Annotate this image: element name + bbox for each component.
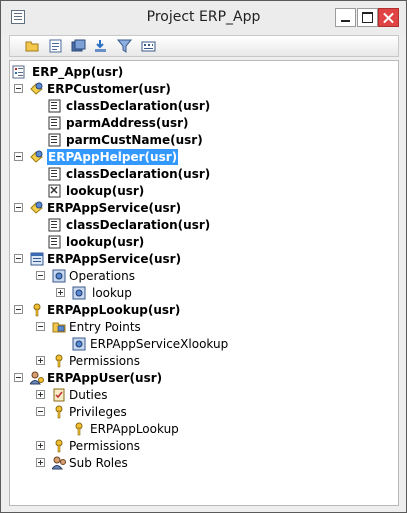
tree-node-label: Privileges <box>69 405 127 419</box>
sub-roles-icon <box>52 456 66 470</box>
maximize-button[interactable] <box>357 8 378 27</box>
method-icon <box>48 218 61 232</box>
class-icon <box>30 82 43 95</box>
collapse-toggle[interactable] <box>14 373 23 382</box>
method-icon <box>48 99 61 113</box>
project-window: Project ERP_App ERP_App(usr) ERPCustomer… <box>0 0 407 513</box>
method-icon <box>48 133 61 147</box>
close-button[interactable] <box>378 8 399 27</box>
collapse-toggle[interactable] <box>14 203 23 212</box>
tree-node-label: ERPAppLookup(usr) <box>47 303 181 317</box>
tree-node-label: lookup(usr) <box>66 235 145 249</box>
static-method-icon <box>48 184 61 198</box>
expand-toggle[interactable] <box>36 390 45 399</box>
tree-node-label: Entry Points <box>69 320 141 334</box>
class-icon <box>30 150 43 163</box>
key-icon <box>33 303 41 317</box>
class-icon <box>30 201 43 214</box>
collapse-toggle[interactable] <box>14 305 23 314</box>
title-bar[interactable]: Project ERP_App <box>1 1 406 35</box>
tree-node-label: Sub Roles <box>69 456 128 470</box>
tree-node-label: Permissions <box>69 439 140 453</box>
tree-node-label: ERPAppService(usr) <box>47 252 182 266</box>
toolbar <box>9 35 399 57</box>
tree-node-label: classDeclaration(usr) <box>66 167 211 181</box>
entry-point-gear-icon <box>72 337 86 351</box>
duties-icon <box>53 388 65 402</box>
method-icon <box>48 235 61 249</box>
tree-node-label: Permissions <box>69 354 140 368</box>
operations-icon <box>52 269 66 283</box>
tree-node-label: ERPCustomer(usr) <box>47 82 171 96</box>
compile-icon[interactable] <box>71 39 86 53</box>
tree-node-label-selected: ERPAppHelper(usr) <box>47 149 179 165</box>
tree-node-label: ERPAppUser(usr) <box>47 371 163 385</box>
expand-toggle[interactable] <box>36 356 45 365</box>
key-icon <box>55 405 63 419</box>
tree-node-label: classDeclaration(usr) <box>66 99 211 113</box>
collapse-toggle[interactable] <box>36 271 45 280</box>
service-icon <box>30 252 44 266</box>
tree-node-label: ERPAppService(usr) <box>47 201 182 215</box>
open-folder-icon[interactable] <box>25 39 40 53</box>
method-icon <box>48 116 61 130</box>
key-icon <box>55 354 63 368</box>
tree-node-label: parmCustName(usr) <box>66 133 203 147</box>
expand-toggle[interactable] <box>56 288 65 297</box>
collapse-toggle[interactable] <box>14 152 23 161</box>
entry-points-icon <box>52 322 66 333</box>
tree-node-label: parmAddress(usr) <box>66 116 189 130</box>
project-tree[interactable]: ERP_App(usr) ERPCustomer(usr) classDecla… <box>9 60 399 506</box>
properties-icon[interactable] <box>48 39 63 53</box>
key-icon <box>75 422 83 436</box>
user-role-icon <box>30 371 44 385</box>
filter-icon[interactable] <box>117 39 132 53</box>
export-icon[interactable] <box>93 39 108 53</box>
tree-node-label: ERP_App(usr) <box>32 65 124 79</box>
tree-node-label: ERPAppLookup <box>90 422 179 436</box>
operation-gear-icon <box>72 286 86 300</box>
method-icon <box>48 167 61 181</box>
expand-toggle[interactable] <box>36 458 45 467</box>
settings-icon[interactable] <box>141 39 156 53</box>
collapse-toggle[interactable] <box>14 254 23 263</box>
minimize-button[interactable] <box>335 8 356 27</box>
tree-node-label: ERPAppServiceXlookup <box>90 337 229 351</box>
collapse-toggle[interactable] <box>36 322 45 331</box>
collapse-toggle[interactable] <box>14 84 23 93</box>
tree-node-label: lookup <box>92 286 132 300</box>
expand-toggle[interactable] <box>36 441 45 450</box>
project-icon <box>12 65 25 79</box>
tree-node-label: Duties <box>69 388 108 402</box>
key-icon <box>55 439 63 453</box>
tree-node-label: classDeclaration(usr) <box>66 218 211 232</box>
collapse-toggle[interactable] <box>36 407 45 416</box>
tree-node-label: Operations <box>69 269 135 283</box>
tree-node-label: lookup(usr) <box>66 184 145 198</box>
